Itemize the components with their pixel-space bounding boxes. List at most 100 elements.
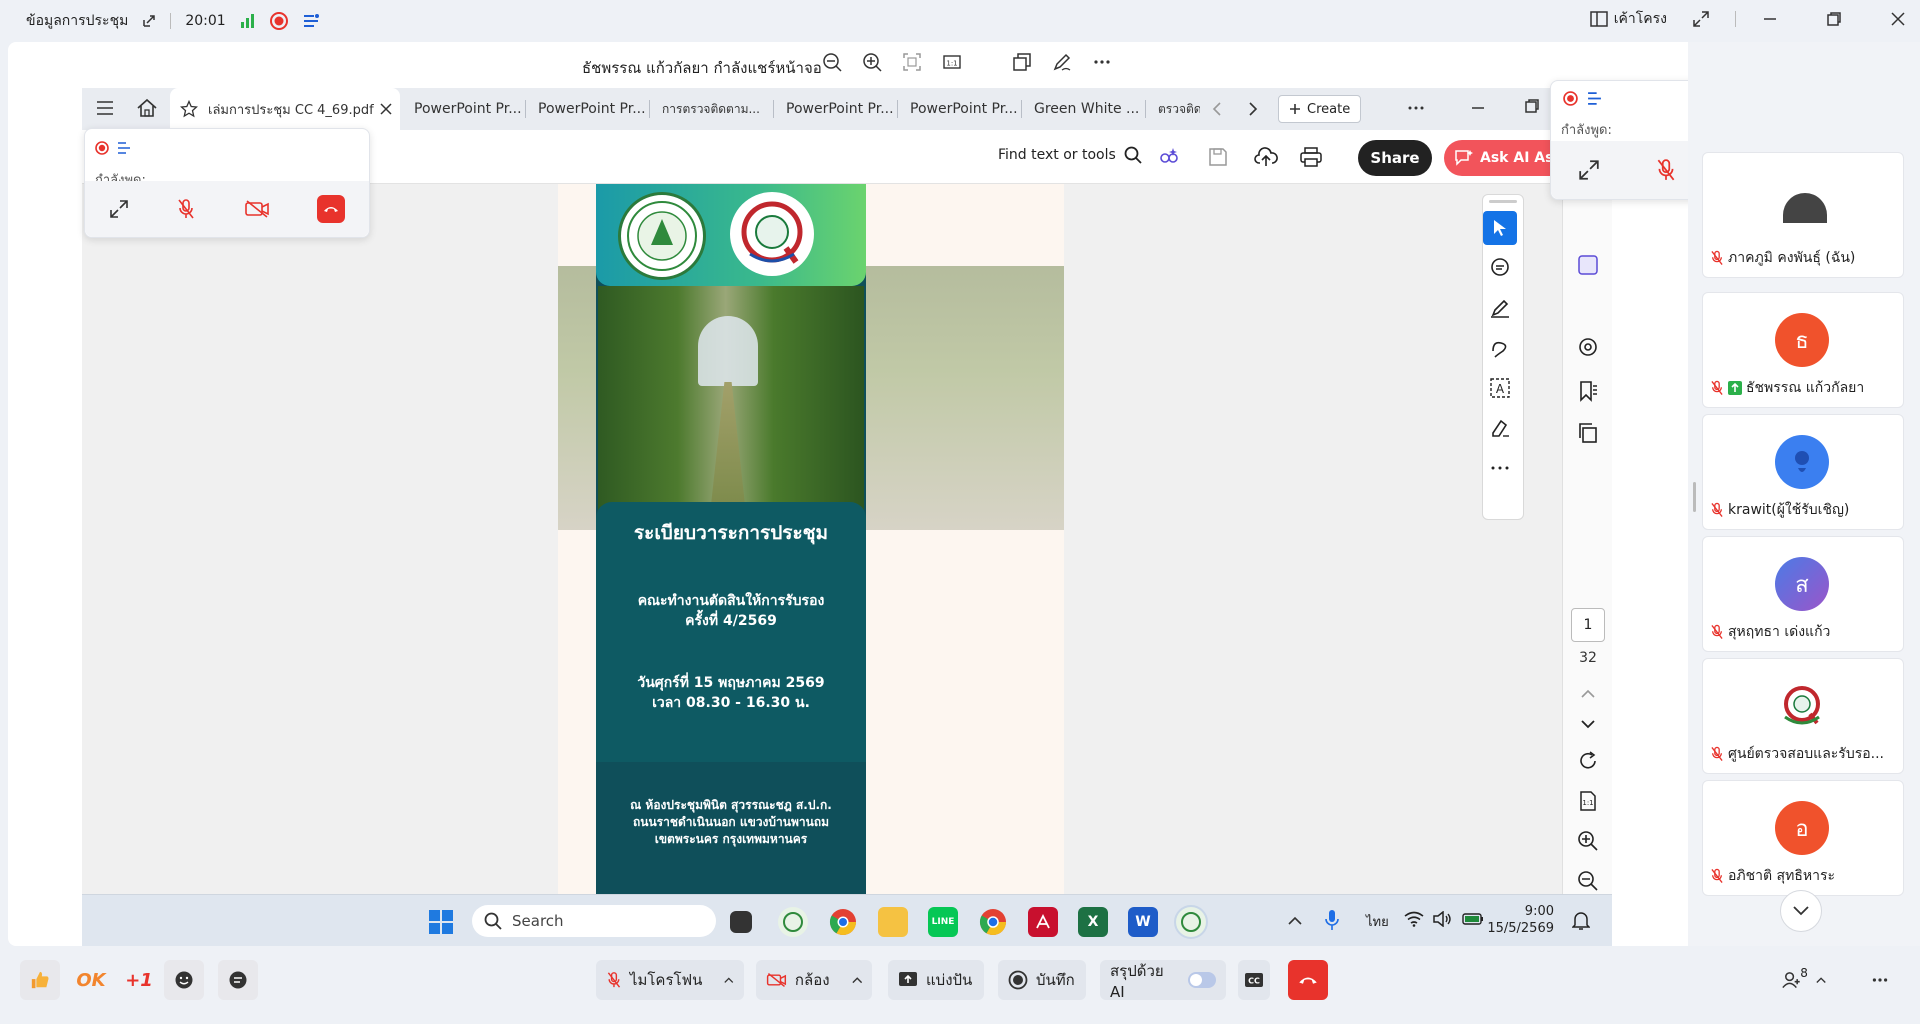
emoji-button[interactable] (164, 960, 204, 1000)
page-fit-icon[interactable]: 1:1 (1577, 790, 1599, 812)
tab-audit[interactable]: การตรวจติดตาม... (652, 88, 774, 130)
participant-card[interactable]: krawit(ผู้ใช้รับเชิญ) (1702, 414, 1904, 530)
home-icon[interactable] (136, 98, 158, 118)
tab-pdf-document[interactable]: เล่มการประชุม CC 4_69.pdf (170, 88, 400, 130)
current-page-input[interactable]: 1 (1571, 608, 1605, 642)
camera-button[interactable]: กล้อง (756, 960, 872, 1000)
volume-icon[interactable] (1432, 911, 1452, 927)
layout-button[interactable]: เค้าโครง (1589, 8, 1667, 30)
notification-bell-icon[interactable] (1572, 911, 1590, 931)
more-icon[interactable] (1092, 52, 1112, 72)
chrome-profile-icon[interactable] (978, 907, 1008, 937)
tab-powerpoint-1[interactable]: PowerPoint Pr... (404, 88, 526, 130)
expand-icon[interactable] (1578, 159, 1600, 181)
taskbar-search[interactable]: Search (472, 905, 716, 937)
camera-off-icon[interactable] (244, 199, 270, 219)
show-hidden-icons[interactable] (1288, 915, 1302, 925)
text-tool-icon[interactable]: A (1483, 371, 1517, 405)
menu-icon[interactable] (96, 100, 114, 116)
tabs-scroll-right-icon[interactable] (1248, 102, 1258, 116)
participant-card[interactable]: ธ ธัชพรรณ แก้วกัลยา (1702, 292, 1904, 408)
fullscreen-icon[interactable] (1693, 11, 1709, 27)
app-restore-icon[interactable] (1524, 98, 1540, 114)
share-button[interactable]: Share (1358, 140, 1432, 176)
task-view-icon[interactable] (730, 911, 752, 933)
highlight-tool-icon[interactable] (1483, 291, 1517, 325)
recording-icon[interactable] (269, 12, 288, 30)
chat-button[interactable] (218, 960, 258, 1000)
participant-card[interactable]: ภาคภูมิ คงพันธุ์ (ฉัน) (1702, 152, 1904, 278)
meeting-info-link[interactable]: ข้อมูลการประชุม (26, 10, 128, 32)
participant-card[interactable]: ศูนย์ตรวจสอบและรับรอ... (1702, 658, 1904, 774)
actual-size-icon[interactable]: 1:1 (942, 52, 962, 72)
create-tab-button[interactable]: Create (1278, 95, 1362, 123)
word-icon[interactable]: W (1128, 907, 1158, 937)
annotate-icon[interactable] (1052, 52, 1072, 72)
scroll-participants-button[interactable] (1780, 890, 1822, 932)
plus-one-reaction[interactable]: +1 (118, 960, 160, 1000)
save-icon[interactable] (1208, 147, 1228, 167)
participant-card[interactable]: ส สุหฤทธา เด่งแก้ว (1702, 536, 1904, 652)
select-tool-icon[interactable] (1483, 211, 1517, 245)
line-app-icon[interactable]: LINE (928, 907, 958, 937)
restore-window-icon[interactable] (1826, 11, 1842, 27)
share-screen-button[interactable]: แบ่งปัน (888, 960, 984, 1000)
drag-handle[interactable] (1489, 200, 1517, 203)
pdf-viewer[interactable]: ระเบียบวาระการประชุม คณะทำงานตัดสินให้กา… (82, 184, 1562, 894)
minimize-window-icon[interactable] (1762, 11, 1778, 27)
upload-cloud-icon[interactable] (1254, 146, 1278, 168)
mic-muted-icon[interactable] (176, 198, 196, 220)
tabs-scroll-left-icon[interactable] (1212, 102, 1222, 116)
more-tabs-icon[interactable] (1406, 100, 1426, 116)
participant-card[interactable]: อ อภิชาติ สุทธิหาระ (1702, 780, 1904, 896)
copy-pages-icon[interactable] (1577, 422, 1599, 444)
chrome-icon[interactable] (828, 907, 858, 937)
hang-up-icon[interactable] (317, 195, 346, 223)
input-language[interactable]: ไทย (1366, 911, 1389, 932)
rotate-icon[interactable] (1577, 750, 1599, 772)
participants-button[interactable]: 8 (1772, 960, 1836, 1000)
next-page-icon[interactable] (1581, 720, 1595, 730)
microphone-tray-icon[interactable] (1324, 909, 1340, 931)
leave-meeting-button[interactable] (1288, 960, 1328, 1000)
record-button[interactable]: บันทึก (998, 960, 1086, 1000)
zoom-in-page-icon[interactable] (1577, 830, 1599, 852)
meeting-app-active-icon[interactable] (1174, 905, 1208, 939)
new-window-icon[interactable] (1012, 52, 1032, 72)
thumbs-up-reaction[interactable] (20, 960, 60, 1000)
print-icon[interactable] (1300, 147, 1322, 167)
more-tools-icon[interactable] (1483, 451, 1517, 485)
tab-green-white[interactable]: Green White ... (1024, 88, 1146, 130)
expand-icon[interactable] (109, 199, 129, 219)
wifi-icon[interactable] (1404, 911, 1424, 927)
excel-icon[interactable]: X (1078, 907, 1108, 937)
app-minimize-icon[interactable] (1470, 100, 1486, 116)
transcript-icon[interactable] (302, 13, 320, 29)
windows-start-icon[interactable] (428, 909, 454, 935)
more-options-button[interactable] (1862, 960, 1898, 1000)
share-link-icon[interactable] (142, 14, 156, 28)
bookmarks-icon[interactable] (1577, 380, 1599, 402)
zoom-out-icon[interactable] (822, 52, 842, 72)
comment-tool-icon[interactable] (1483, 251, 1517, 285)
zoom-out-page-icon[interactable] (1577, 870, 1599, 892)
ai-summary-toggle[interactable]: สรุปด้วย AI (1100, 960, 1226, 1001)
ai-summary-switch[interactable] (1187, 972, 1216, 988)
previous-page-icon[interactable] (1581, 688, 1595, 698)
attachments-icon[interactable] (1577, 336, 1599, 358)
tab-powerpoint-3[interactable]: PowerPoint Pr... (776, 88, 898, 130)
taskbar-clock[interactable]: 9:00 15/5/2569 (1487, 903, 1554, 937)
ok-reaction[interactable]: OK (70, 960, 112, 1000)
file-explorer-icon[interactable] (878, 907, 908, 937)
draw-tool-icon[interactable] (1483, 331, 1517, 365)
tab-audit-2[interactable]: ตรวจติด (1148, 88, 1200, 130)
captions-button[interactable]: CC (1238, 960, 1270, 1000)
comment-panel-icon[interactable] (1577, 254, 1599, 276)
panel-resize-handle[interactable] (1693, 482, 1696, 512)
mic-muted-icon[interactable] (1655, 158, 1677, 182)
acrobat-icon[interactable] (1028, 907, 1058, 937)
ai-tools-icon[interactable] (1158, 146, 1180, 168)
sign-tool-icon[interactable] (1483, 411, 1517, 445)
tab-powerpoint-4[interactable]: PowerPoint Pr... (900, 88, 1022, 130)
fit-screen-icon[interactable] (902, 52, 922, 72)
